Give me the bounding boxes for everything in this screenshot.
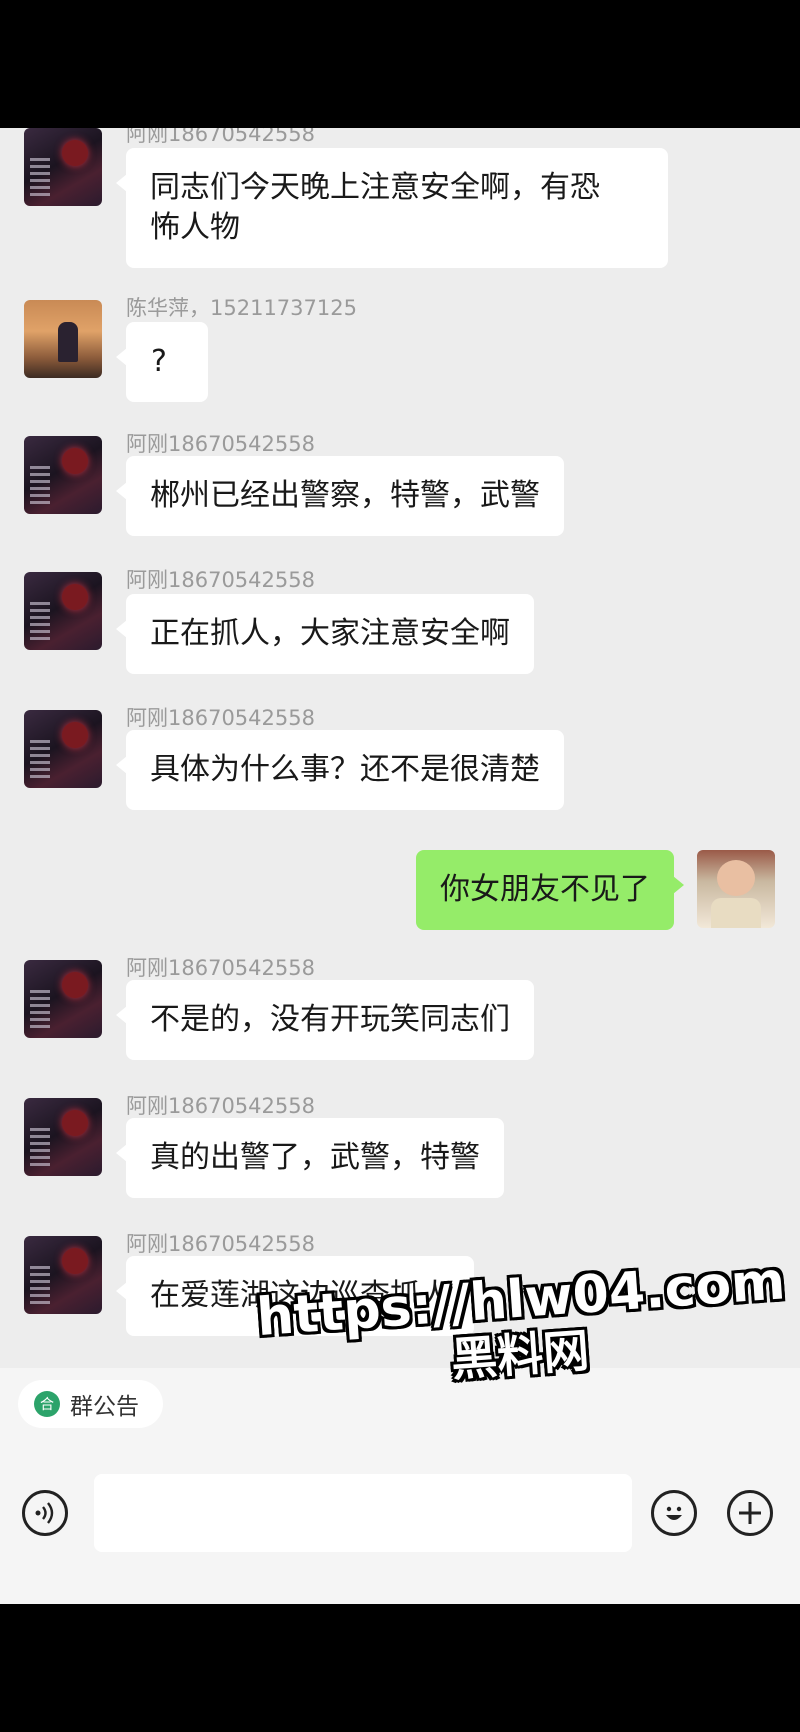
sender-name: 阿刚18670542558	[126, 432, 315, 456]
sender-name: 阿刚18670542558	[126, 568, 315, 592]
voice-icon[interactable]	[22, 1490, 68, 1536]
message-input[interactable]	[94, 1474, 632, 1552]
message-bubble[interactable]: 不是的，没有开玩笑同志们	[116, 980, 534, 1060]
message-bubble[interactable]: 具体为什么事？还不是很清楚	[116, 730, 564, 810]
sender-name: 阿刚18670542558	[126, 128, 315, 146]
message-bubble[interactable]: ?	[116, 322, 208, 402]
group-notice-button[interactable]: 合 群公告	[18, 1380, 163, 1428]
message-bubble[interactable]: 正在抓人，大家注意安全啊	[116, 594, 534, 674]
sender-avatar[interactable]	[24, 572, 102, 650]
message-bubble[interactable]: 同志们今天晚上注意安全啊，有恐 怖人物	[116, 148, 668, 268]
sender-avatar[interactable]	[24, 300, 102, 378]
sender-name: 阿刚18670542558	[126, 1094, 315, 1118]
sender-name: 阿刚18670542558	[126, 1232, 315, 1256]
sender-name: 陈华萍，15211737125	[126, 296, 357, 320]
sender-avatar[interactable]	[24, 1236, 102, 1314]
sender-avatar[interactable]	[24, 1098, 102, 1176]
emoji-icon[interactable]	[651, 1490, 697, 1536]
sender-avatar[interactable]	[24, 436, 102, 514]
chat-area[interactable]: 阿刚18670542558 同志们今天晚上注意安全啊，有恐 怖人物 陈华萍，15…	[0, 128, 800, 1368]
sender-name: 阿刚18670542558	[126, 706, 315, 730]
sender-avatar[interactable]	[24, 960, 102, 1038]
sender-avatar[interactable]	[24, 710, 102, 788]
message-bubble[interactable]: 真的出警了，武警，特警	[116, 1118, 504, 1198]
message-bubble-mine[interactable]: 你女朋友不见了	[416, 850, 684, 930]
notice-icon: 合	[34, 1391, 60, 1417]
message-bubble[interactable]: 郴州已经出警察，特警，武警	[116, 456, 564, 536]
sender-name: 阿刚18670542558	[126, 956, 315, 980]
plus-icon[interactable]	[727, 1490, 773, 1536]
my-avatar[interactable]	[697, 850, 775, 928]
group-notice-label: 群公告	[70, 1394, 139, 1420]
sender-avatar[interactable]	[24, 128, 102, 206]
input-bar	[0, 1448, 800, 1604]
